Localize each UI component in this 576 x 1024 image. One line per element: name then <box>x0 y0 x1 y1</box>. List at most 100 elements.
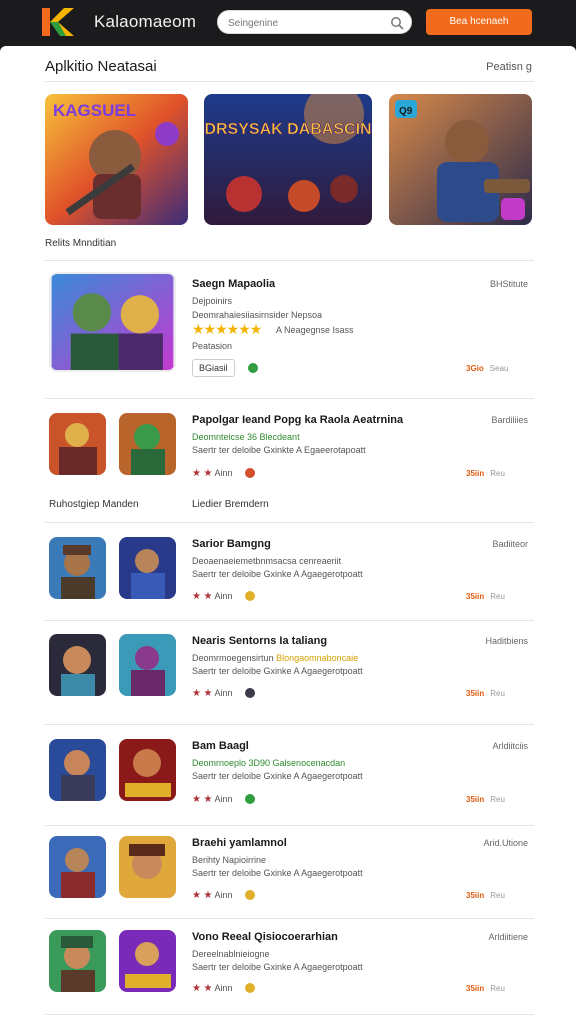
item-line2: Saertr ter deloibe Gxinke A Agaegerotpoa… <box>192 666 363 676</box>
item-price: 35iin Reu <box>466 984 505 993</box>
item-title[interactable]: Nearis Sentorns Ia taliang <box>192 635 327 647</box>
top-item-thumbnail[interactable] <box>49 272 176 372</box>
price-old: Reu <box>490 469 505 478</box>
featured-section-title: Aplkitio Neatasai <box>45 58 157 75</box>
price-old: Reu <box>490 795 505 804</box>
sorceress-art-icon <box>119 930 176 992</box>
divider <box>45 724 534 725</box>
heroine-art-icon <box>119 836 176 898</box>
item-title[interactable]: Sarior Bamgng <box>192 538 271 550</box>
brand-name[interactable]: Kalaomaeom <box>94 12 196 32</box>
header-cta-button[interactable]: Bea hcenaeh <box>426 9 532 35</box>
price-current: 35iin <box>466 891 485 900</box>
see-all-link[interactable]: Peatisn g <box>486 61 532 73</box>
divider <box>45 522 534 523</box>
top-item-title[interactable]: Saegn Mapaolia <box>192 278 275 290</box>
top-item-button[interactable]: BGiasil <box>192 359 235 377</box>
item-thumbnail[interactable] <box>119 836 176 898</box>
item-price: 35iin Reu <box>466 592 505 601</box>
status-dot-icon <box>248 363 258 373</box>
item-title[interactable]: Bam Baagl <box>192 740 249 752</box>
item-line1: Berihty Napioirrine <box>192 855 267 865</box>
price-old: Reu <box>490 891 505 900</box>
brawler-art-icon <box>119 739 176 801</box>
item-thumbnail[interactable] <box>119 634 176 696</box>
featured-banner-3[interactable]: Q9 <box>389 94 532 225</box>
item-meta: Badiiteor <box>492 539 528 549</box>
banner-2-text: DRSYSAK DABASCIN <box>204 121 371 138</box>
search-icon[interactable] <box>390 16 404 30</box>
item-price: 35iin Reu <box>466 795 505 804</box>
price-old: Reu <box>490 689 505 698</box>
price-old: Reu <box>490 984 505 993</box>
price-current: 35iin <box>466 689 485 698</box>
archer-art-icon <box>49 634 106 696</box>
item-thumbnail[interactable] <box>119 537 176 599</box>
top-item-line3: Peatasion <box>192 341 233 351</box>
featured-banner-1[interactable]: KAGSUEL <box>45 94 188 225</box>
item-line1-highlight: Blongaomnaboncaie <box>276 653 359 663</box>
hero-warrior-art-icon: KAGSUEL <box>45 94 188 225</box>
item-line1: Deomrnoeplo 3D90 Galsenocenacdan <box>192 758 346 768</box>
status-dot-icon <box>245 591 255 601</box>
armored-fighter-art-icon: Q9 <box>389 94 532 225</box>
divider <box>45 620 534 621</box>
rate-text: Ainn <box>214 468 233 478</box>
top-item-line1: Dejpoinirs <box>192 296 233 306</box>
status-dot-icon <box>245 890 255 900</box>
search-input[interactable] <box>228 15 388 31</box>
price-current: 35iin <box>466 592 485 601</box>
item-thumbnail[interactable] <box>49 537 106 599</box>
item-rate: ★ ★ Ainn <box>192 468 232 479</box>
item-meta: Arldiitciis <box>492 741 528 751</box>
main-content: Aplkitio Neatasai Peatisn g KAGSUEL DRSY… <box>0 46 576 1024</box>
item-line2: Saertr ter deloibe Gxinke A Agaegerotpoa… <box>192 868 363 878</box>
explorer-art-icon <box>49 537 106 599</box>
green-giant-art-icon <box>119 413 176 475</box>
item-thumbnail[interactable] <box>49 413 106 475</box>
knight-art-icon <box>49 739 106 801</box>
status-dot-icon <box>245 688 255 698</box>
star-icon: ★ <box>192 591 201 602</box>
item-thumbnail[interactable] <box>49 836 106 898</box>
item-title[interactable]: Papolgar Ieand Popg ka Raola Aeatrnina <box>192 414 403 426</box>
featured-banner-2[interactable]: DRSYSAK DABASCIN <box>204 94 372 225</box>
star-icon: ★ <box>192 468 201 479</box>
status-dot-icon <box>245 794 255 804</box>
star-icon: ★ <box>203 890 213 901</box>
item-line2: Saertr ter deloibe Gxinke A Agaegerotpoa… <box>192 569 363 579</box>
item-thumbnail[interactable] <box>119 930 176 992</box>
item-price: 35iin Reu <box>466 689 505 698</box>
featured-caption: Relits Mnnditian <box>45 238 117 249</box>
star-icon: ★ <box>203 591 213 602</box>
star-icon: ★ <box>192 688 201 699</box>
item-meta: Haditbiens <box>485 636 528 646</box>
item-title[interactable]: Vono Reeal Qisiocoerarhian <box>192 931 338 943</box>
price-current: 3Gio <box>466 364 484 373</box>
rate-text: Ainn <box>214 983 233 993</box>
price-old: Reu <box>490 592 505 601</box>
rate-text: Ainn <box>214 591 233 601</box>
item-title[interactable]: Braehi yamlamnol <box>192 837 287 849</box>
top-item-rating-text: A Neagegnse Isass <box>276 325 354 335</box>
item-meta: Bardiliies <box>491 415 528 425</box>
divider <box>45 81 534 82</box>
group-label-2: Liedier Bremdern <box>192 499 269 510</box>
banner-1-text: KAGSUEL <box>53 101 136 120</box>
item-thumbnail[interactable] <box>49 930 106 992</box>
divider <box>45 260 534 261</box>
item-line1: Deomnteicse 36 Blecdeant <box>192 432 300 442</box>
app-logo-icon[interactable] <box>42 8 74 36</box>
price-current: 35iin <box>466 469 485 478</box>
top-item-meta: BHStitute <box>489 279 528 289</box>
item-thumbnail[interactable] <box>119 413 176 475</box>
divider <box>45 398 534 399</box>
rate-text: Ainn <box>214 688 233 698</box>
item-thumbnail[interactable] <box>49 634 106 696</box>
divider <box>45 918 534 919</box>
item-thumbnail[interactable] <box>119 739 176 801</box>
rate-text: Ainn <box>214 890 233 900</box>
item-line1-text: Deomrmoegensirtun <box>192 653 274 663</box>
search-box[interactable] <box>217 10 412 34</box>
item-thumbnail[interactable] <box>49 739 106 801</box>
